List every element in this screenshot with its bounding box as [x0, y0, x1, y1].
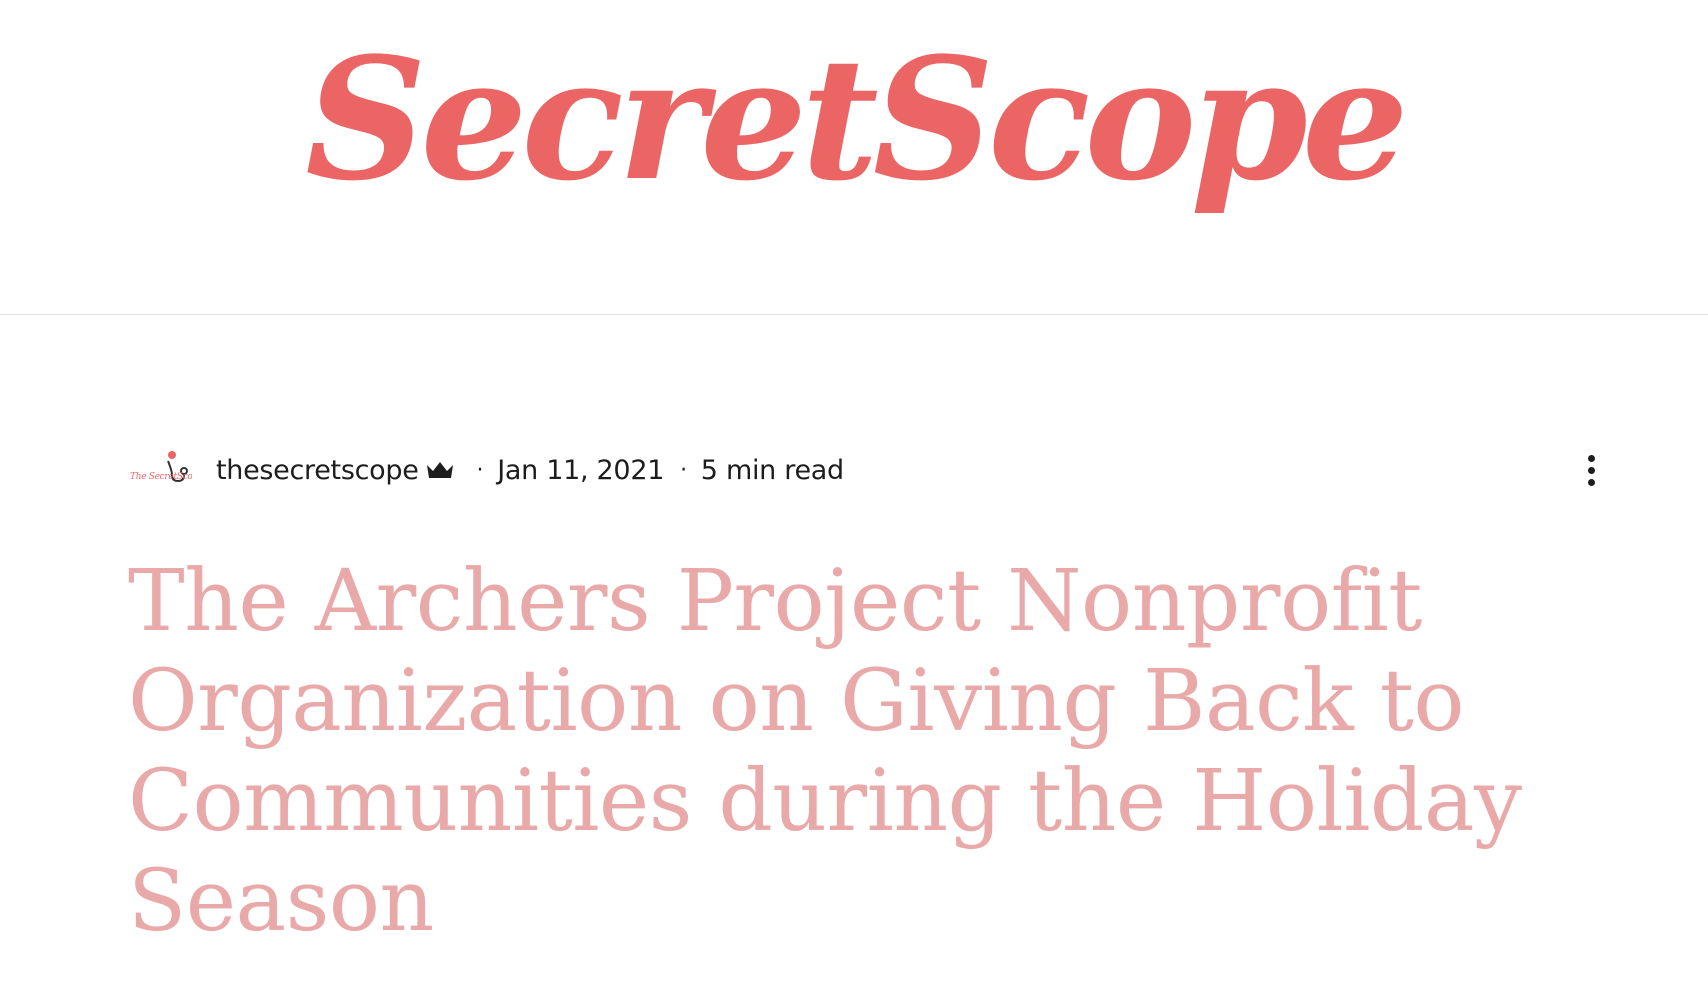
crown-icon — [426, 462, 453, 478]
site-logo[interactable]: SecretScope — [0, 0, 1708, 260]
more-actions-button[interactable] — [1576, 448, 1606, 492]
author-avatar[interactable]: The SecretScope — [128, 447, 192, 493]
post-title: The Archers Project Nonprofit Organizati… — [128, 552, 1522, 951]
read-time: 5 min read — [700, 454, 844, 486]
site-header: SecretScope — [0, 0, 1708, 315]
logo-wordmark: SecretScope — [305, 20, 1403, 218]
more-vertical-icon — [1587, 454, 1595, 462]
meta-separator: · — [476, 457, 484, 483]
post-meta: The SecretScope thesecretscope · Jan 11,… — [128, 446, 844, 494]
author-name[interactable]: thesecretscope — [216, 455, 419, 486]
svg-text:The SecretScope: The SecretScope — [130, 472, 192, 482]
post-date: Jan 11, 2021 — [497, 454, 665, 486]
meta-separator: · — [680, 457, 687, 483]
